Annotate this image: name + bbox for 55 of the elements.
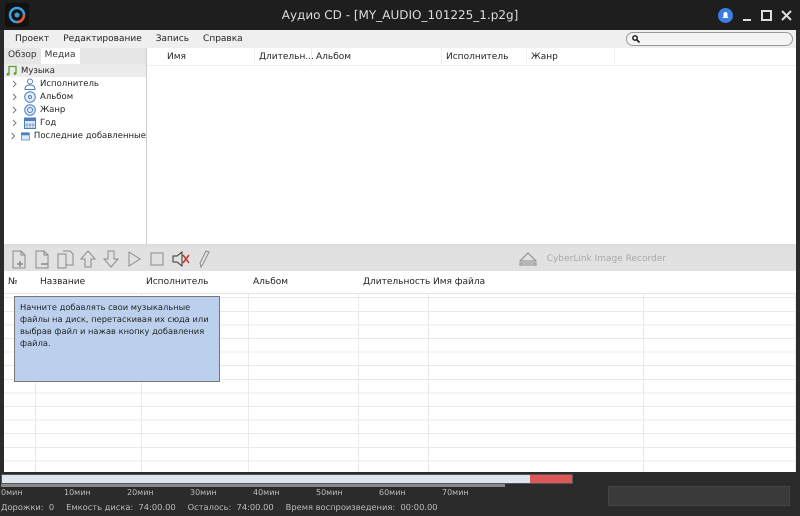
maximize-icon[interactable] bbox=[761, 10, 772, 20]
column-header[interactable]: Жанр bbox=[527, 48, 615, 65]
tick-label: 40мин bbox=[253, 488, 281, 497]
column-header[interactable]: Имя bbox=[147, 48, 255, 65]
menu-item[interactable]: Проект bbox=[8, 34, 56, 44]
up-arrow-icon[interactable] bbox=[78, 249, 98, 269]
tick-label: 70мин bbox=[442, 488, 470, 497]
copy-icon[interactable] bbox=[55, 249, 75, 269]
search-icon bbox=[632, 35, 640, 43]
column-header[interactable]: Длительность bbox=[359, 271, 429, 293]
tick-label: 10мин bbox=[64, 488, 92, 497]
column-header[interactable]: Альбом bbox=[312, 48, 442, 65]
status-text: Дорожки: 0 bbox=[1, 502, 54, 512]
status-text: Осталось: 74:00.00 bbox=[188, 502, 274, 512]
tick-label: 0мин bbox=[1, 488, 24, 497]
tick-label: 30мин bbox=[190, 488, 218, 497]
menu-item[interactable]: Запись bbox=[148, 34, 196, 44]
tick-label: 50мин bbox=[316, 488, 344, 497]
music-note-icon bbox=[6, 65, 17, 76]
eject-icon[interactable] bbox=[518, 252, 537, 266]
hint-text: Начните добавлять свои музыкальные файлы на диск, перетаскивая их сюда или выбрав файл и нажав кнопку добавления файла. bbox=[14, 296, 220, 382]
calendar-icon bbox=[24, 116, 36, 128]
window-title: Аудио CD - [MY_AUDIO_101225_1.p2g] bbox=[282, 8, 518, 22]
tree-item[interactable]: Последние добавленные bbox=[34, 130, 146, 140]
menu-item[interactable]: Редактирование bbox=[56, 34, 149, 44]
tree-item[interactable]: Исполнитель bbox=[40, 78, 99, 88]
chevron-right-icon[interactable] bbox=[10, 132, 18, 140]
column-header[interactable]: Исполнитель bbox=[442, 48, 527, 65]
disc-icon bbox=[24, 90, 36, 102]
tab[interactable]: Обзор bbox=[4, 48, 41, 64]
tick-label: 20мин bbox=[127, 488, 155, 497]
down-arrow-icon[interactable] bbox=[101, 249, 121, 269]
search-field[interactable] bbox=[626, 32, 793, 46]
mute-icon[interactable] bbox=[170, 249, 190, 269]
column-header[interactable]: Длительн... bbox=[255, 48, 312, 65]
folder-icon bbox=[21, 130, 30, 142]
tick-label: 60мин bbox=[379, 488, 407, 497]
close-icon[interactable] bbox=[781, 10, 792, 20]
column-header[interactable]: № bbox=[4, 271, 36, 293]
menu-item[interactable]: Справка bbox=[196, 34, 250, 44]
column-header[interactable]: Исполнитель bbox=[142, 271, 249, 293]
bell-icon[interactable] bbox=[718, 8, 733, 22]
column-header[interactable]: Название bbox=[36, 271, 142, 293]
status-text: Емкость диска: 74:00.00 bbox=[66, 502, 176, 512]
disc-icon bbox=[24, 104, 36, 116]
recorder-label: CyberLink Image Recorder bbox=[546, 254, 666, 264]
tab[interactable]: Медиа bbox=[40, 48, 80, 64]
tree-item[interactable]: Музыка bbox=[4, 64, 146, 77]
tree-item[interactable]: Альбом bbox=[40, 92, 74, 102]
column-header[interactable]: Имя файла bbox=[429, 271, 644, 293]
person-icon bbox=[24, 78, 36, 90]
status-text: Время воспроизведения: 00:00.00 bbox=[286, 502, 438, 512]
tree-item[interactable]: Год bbox=[40, 118, 56, 128]
tree-item[interactable]: Жанр bbox=[40, 104, 66, 114]
column-header[interactable]: Альбом bbox=[249, 271, 359, 293]
